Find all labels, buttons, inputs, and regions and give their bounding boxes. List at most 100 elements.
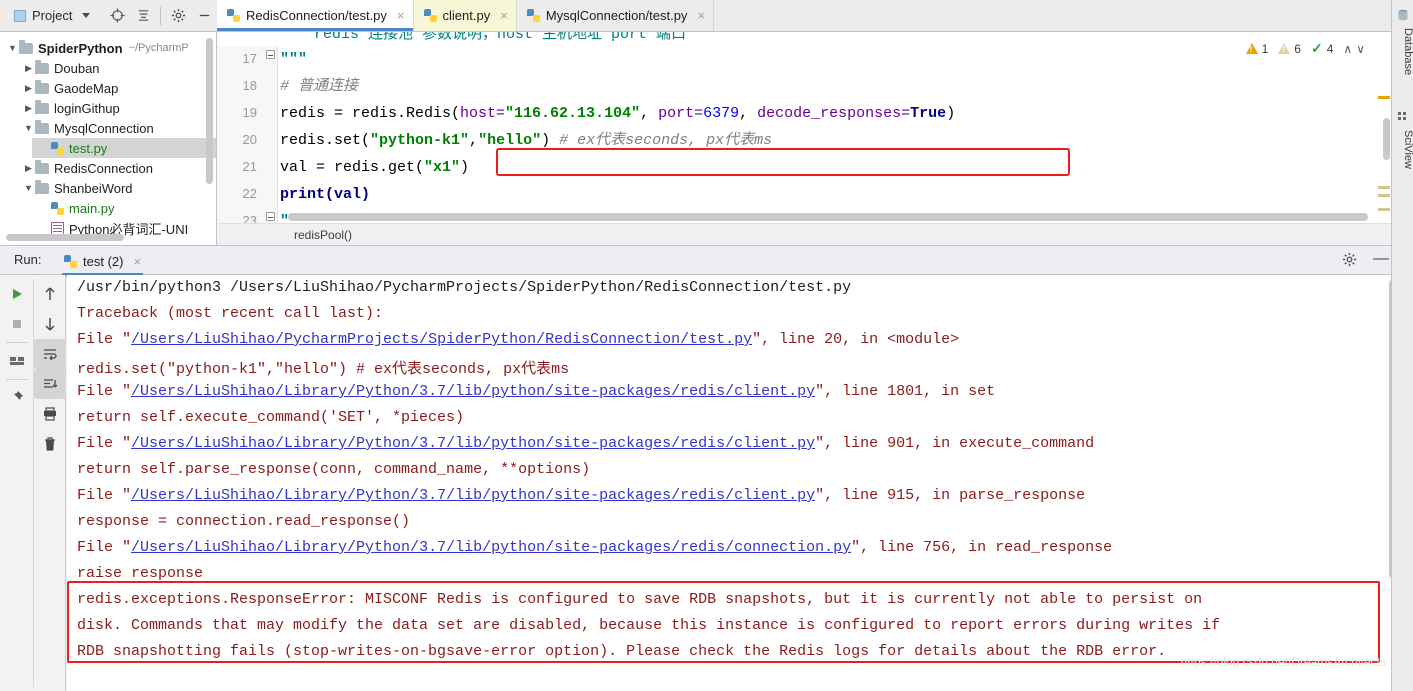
project-view-button[interactable]: Project	[14, 8, 91, 23]
console-text: File "	[77, 331, 132, 348]
tree-node-gaodemap[interactable]: ▶ GaodeMap	[16, 78, 216, 98]
code-fold-icon[interactable]	[266, 212, 277, 223]
warning-triangle-icon	[1278, 43, 1291, 54]
tree-node-spiderpython[interactable]: ▼ SpiderPython ~/PycharmP	[0, 38, 216, 58]
editor-tab-2[interactable]: MysqlConnection/test.py ×	[517, 0, 715, 31]
run-toolbar-col-left	[1, 279, 33, 413]
console-text: ", line 1801, in set	[815, 383, 996, 400]
hide-panel-icon[interactable]	[191, 3, 217, 29]
tree-node-mysqlconnection[interactable]: ▼ MysqlConnection	[16, 118, 216, 138]
console-file-link[interactable]: /Users/LiuShihao/Library/Python/3.7/lib/…	[131, 487, 815, 504]
tree-twisty-expanded-icon[interactable]: ▼	[22, 183, 35, 193]
tree-twisty-expanded-icon[interactable]: ▼	[22, 123, 35, 133]
tree-vertical-scrollbar[interactable]	[206, 38, 213, 208]
tree-horizontal-scrollbar[interactable]	[6, 234, 181, 241]
tree-twisty-expanded-icon[interactable]: ▼	[6, 43, 19, 53]
console-line: File "/Users/LiuShihao/Library/Python/3.…	[77, 487, 1085, 504]
database-icon	[1397, 8, 1409, 21]
up-arrow-icon[interactable]	[34, 279, 66, 309]
code-line-22[interactable]: print(val)	[280, 181, 370, 208]
chevron-down-icon[interactable]	[82, 13, 91, 18]
editor-horizontal-scrollbar[interactable]	[288, 213, 1378, 221]
code-token: # ex代表seconds, px代表ms	[550, 132, 773, 149]
console-file-link[interactable]: /Users/LiuShihao/Library/Python/3.7/lib/…	[131, 435, 815, 452]
tree-twisty-collapsed-icon[interactable]: ▶	[22, 163, 35, 174]
code-editor[interactable]: """ redis 连接池 参数说明，host 主机地址 port 端口 17 1…	[218, 32, 1391, 245]
tab-close-icon[interactable]: ×	[500, 8, 508, 23]
settings-gear-icon[interactable]	[165, 3, 191, 29]
rail-item-sciview[interactable]: SciView	[1392, 126, 1413, 169]
tree-node-shanbeiword[interactable]: ▼ ShanbeiWord	[16, 178, 216, 198]
tab-close-icon[interactable]: ×	[697, 8, 705, 23]
editor-tab-1[interactable]: client.py ×	[413, 0, 517, 31]
locate-file-icon[interactable]	[104, 3, 130, 29]
tree-node-test-py[interactable]: test.py	[32, 138, 216, 158]
console-text: ", line 901, in execute_command	[815, 435, 1095, 452]
code-line-19[interactable]: redis = redis.Redis(host="116.62.13.104"…	[280, 100, 955, 127]
watermark-text: https://blog.csdn.net/DreamsArchitects	[1180, 655, 1386, 669]
tree-node-douban[interactable]: ▶ Douban	[16, 58, 216, 78]
rerun-play-icon[interactable]	[1, 279, 33, 309]
print-icon[interactable]	[34, 399, 66, 429]
pin-icon[interactable]	[1, 383, 33, 413]
project-tree-panel[interactable]: ▼ SpiderPython ~/PycharmP ▶ Douban ▶ GaodeMap ▶…	[0, 32, 217, 245]
editor-tab-label: client.py	[442, 8, 491, 23]
code-line-21[interactable]: val = redis.get("x1")	[280, 154, 469, 181]
scroll-to-end-icon[interactable]	[34, 369, 66, 399]
pycharm-window: Project RedisConnection/test.py × client…	[0, 0, 1413, 691]
run-settings-gear-icon[interactable]	[1342, 252, 1357, 272]
soft-wrap-icon[interactable]	[34, 339, 66, 369]
trash-icon[interactable]	[34, 429, 66, 459]
console-text: Traceback (most recent call last):	[77, 305, 384, 322]
folder-icon	[35, 159, 49, 174]
console-file-link[interactable]: /Users/LiuShihao/Library/Python/3.7/lib/…	[131, 383, 815, 400]
console-line: File "/Users/LiuShihao/Library/Python/3.…	[77, 539, 1112, 556]
console-text: ", line 20, in <module>	[752, 331, 960, 348]
folder-icon	[35, 179, 49, 194]
code-token: host=	[460, 105, 506, 122]
tree-twisty-collapsed-icon[interactable]: ▶	[22, 103, 35, 114]
code-line-18[interactable]: # 普通连接	[280, 73, 358, 100]
python-file-icon	[227, 9, 240, 22]
run-minimize-icon[interactable]: —	[1373, 251, 1389, 267]
down-arrow-icon[interactable]	[34, 309, 66, 339]
tree-node-label: SpiderPython	[38, 40, 123, 56]
tree-node-redisconnection[interactable]: ▶ RedisConnection	[16, 158, 216, 178]
run-tab-close-icon[interactable]: ×	[133, 254, 141, 269]
prev-problem-icon[interactable]: ∧	[1343, 42, 1352, 56]
tree-node-label: MysqlConnection	[54, 120, 154, 136]
run-console-output[interactable]: /usr/bin/python3 /Users/LiuShihao/Pychar…	[67, 275, 1400, 691]
inspection-summary[interactable]: 1 6 ✓ 4 ∧ ∨	[1245, 40, 1365, 57]
code-token: "python-k1"	[370, 132, 470, 149]
editor-breadcrumb[interactable]: redisPool()	[218, 223, 1391, 245]
rail-item-database[interactable]: Database	[1392, 24, 1413, 75]
editor-tab-0[interactable]: RedisConnection/test.py ×	[217, 0, 414, 31]
editor-vertical-scrollbar[interactable]	[1381, 48, 1391, 228]
gutter-marker-warning	[1378, 186, 1390, 189]
tree-twisty-collapsed-icon[interactable]: ▶	[22, 83, 35, 94]
tree-node-main-py[interactable]: main.py	[32, 198, 216, 218]
line-number: 22	[242, 186, 257, 201]
console-file-link[interactable]: /Users/LiuShihao/PycharmProjects/SpiderP…	[131, 331, 752, 348]
layout-icon[interactable]	[1, 346, 33, 376]
run-tab-test[interactable]: test (2) ×	[58, 246, 147, 276]
console-line: /usr/bin/python3 /Users/LiuShihao/Pychar…	[77, 279, 851, 296]
tab-close-icon[interactable]: ×	[397, 8, 405, 23]
code-fold-icon[interactable]	[266, 50, 277, 61]
run-toolbar	[0, 275, 66, 691]
python-file-icon	[423, 9, 437, 22]
collapse-all-icon[interactable]	[130, 3, 156, 29]
python-file-icon	[51, 141, 64, 155]
console-file-link[interactable]: /Users/LiuShihao/Library/Python/3.7/lib/…	[131, 539, 851, 556]
next-problem-icon[interactable]: ∨	[1356, 42, 1365, 56]
console-line: Traceback (most recent call last):	[77, 305, 383, 322]
editor-gutter[interactable]: 17 18 19 20 21 22 23	[218, 46, 278, 245]
code-token: # 普通连接	[280, 78, 359, 95]
tree-node-logingithup[interactable]: ▶ loginGithup	[16, 98, 216, 118]
stop-icon[interactable]	[1, 309, 33, 339]
tree-node-path: ~/PycharmP	[128, 42, 189, 54]
code-line-17[interactable]: """	[280, 46, 307, 73]
tree-twisty-collapsed-icon[interactable]: ▶	[22, 63, 35, 74]
folder-icon	[19, 39, 33, 54]
error-triangle-icon	[1245, 43, 1258, 54]
